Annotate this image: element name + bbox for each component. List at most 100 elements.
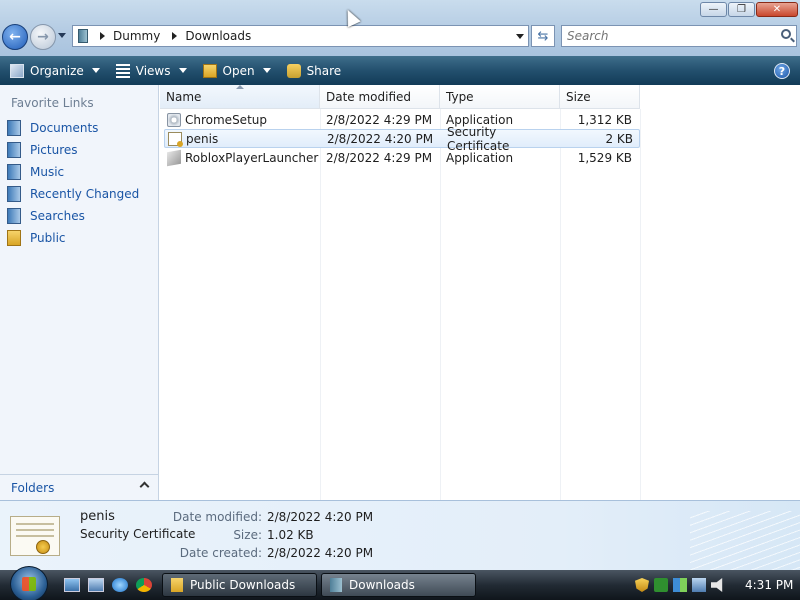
open-button[interactable]: Open xyxy=(197,59,277,83)
column-header-name[interactable]: Name xyxy=(160,85,320,109)
file-row-selected[interactable]: penis 2/8/2022 4:20 PM Security Certific… xyxy=(164,125,640,153)
search-input[interactable] xyxy=(562,26,762,46)
window-controls: — ❐ ✕ xyxy=(700,2,798,17)
folders-label: Folders xyxy=(11,480,55,495)
column-header-size[interactable]: Size xyxy=(560,85,640,109)
column-header-type[interactable]: Type xyxy=(440,85,560,109)
sidebar-item-label: Searches xyxy=(30,209,85,223)
breadcrumb-arrow-icon[interactable] xyxy=(100,32,105,40)
system-tray: 4:31 PM xyxy=(630,570,800,600)
address-bar[interactable]: Dummy Downloads xyxy=(72,25,529,47)
internet-explorer-icon[interactable] xyxy=(112,578,128,592)
views-button[interactable]: Views xyxy=(110,59,193,83)
windows-flag-icon[interactable] xyxy=(673,578,687,592)
switch-windows-icon[interactable] xyxy=(88,578,104,592)
search-icon[interactable] xyxy=(781,29,791,39)
sidebar-item-label: Documents xyxy=(30,121,99,135)
details-pane: penis Security Certificate Date modified… xyxy=(0,500,800,571)
date-modified-label: Date modified: xyxy=(172,510,262,524)
sidebar-item-recently-changed[interactable]: Recently Changed xyxy=(7,186,139,202)
date-modified-value: 2/8/2022 4:20 PM xyxy=(267,510,374,524)
clock[interactable]: 4:31 PM xyxy=(745,578,793,592)
column-header-label: Name xyxy=(166,90,202,104)
file-row[interactable]: RobloxPlayerLauncher 2/8/2022 4:29 PM Ap… xyxy=(164,148,640,167)
folders-toggle[interactable]: Folders xyxy=(0,474,158,500)
start-button[interactable] xyxy=(10,566,48,600)
checkmark-icon[interactable] xyxy=(654,578,668,592)
file-name: penis xyxy=(186,131,219,146)
sidebar-item-label: Recently Changed xyxy=(30,187,140,201)
sidebar-item-label: Pictures xyxy=(30,143,78,157)
refresh-icon: ⇆ xyxy=(537,28,549,44)
maximize-button[interactable]: ❐ xyxy=(728,2,755,17)
search-box[interactable] xyxy=(561,25,797,47)
window-title-bar: — ❐ ✕ ← → Dummy Downloads ⇆ xyxy=(0,0,800,56)
date-created-value: 2/8/2022 4:20 PM xyxy=(267,546,374,560)
forward-button[interactable]: → xyxy=(30,24,56,50)
share-label: Share xyxy=(306,63,342,78)
file-list: Name Date modified Type Size ChromeSetup… xyxy=(160,85,800,500)
task-downloads[interactable]: Downloads xyxy=(321,573,476,597)
arrow-left-icon: ← xyxy=(9,29,21,45)
network-icon[interactable] xyxy=(692,578,706,592)
recently-changed-icon xyxy=(7,186,21,202)
sidebar-item-label: Public xyxy=(30,231,66,245)
chrome-icon[interactable] xyxy=(136,578,152,592)
certificate-icon xyxy=(10,516,60,556)
music-icon xyxy=(7,164,21,180)
file-date: 2/8/2022 4:29 PM xyxy=(326,112,433,127)
file-name-cell: penis xyxy=(165,131,321,147)
size-value: 1.02 KB xyxy=(267,528,314,542)
breadcrumb-dummy[interactable]: Dummy xyxy=(113,29,160,43)
file-date: 2/8/2022 4:29 PM xyxy=(326,150,433,165)
public-folder-icon xyxy=(7,230,21,246)
chevron-down-icon xyxy=(262,68,271,73)
show-desktop-icon[interactable] xyxy=(64,578,80,592)
favorite-links-header: Favorite Links xyxy=(11,96,94,110)
file-size: 1,529 KB xyxy=(577,150,632,165)
volume-muted-icon[interactable] xyxy=(711,578,723,592)
searches-icon xyxy=(7,208,21,224)
help-button[interactable]: ? xyxy=(774,63,790,79)
minimize-button[interactable]: — xyxy=(700,2,727,17)
roblox-application-icon xyxy=(167,149,181,166)
pictures-icon xyxy=(7,142,21,158)
organize-button[interactable]: Organize xyxy=(4,59,106,83)
sidebar-item-label: Music xyxy=(30,165,65,179)
certificate-icon xyxy=(168,131,183,147)
recent-pages-dropdown[interactable] xyxy=(58,33,66,38)
close-button[interactable]: ✕ xyxy=(756,2,798,17)
address-dropdown-icon[interactable] xyxy=(516,34,524,39)
explorer-icon xyxy=(330,578,342,592)
refresh-button[interactable]: ⇆ xyxy=(531,25,555,47)
file-name: RobloxPlayerLauncher xyxy=(185,150,319,165)
sidebar-item-music[interactable]: Music xyxy=(7,164,64,180)
decorative-swoosh xyxy=(690,511,800,571)
organize-label: Organize xyxy=(30,63,84,78)
sidebar-item-searches[interactable]: Searches xyxy=(7,208,85,224)
task-public-downloads[interactable]: Public Downloads xyxy=(162,573,317,597)
file-row[interactable]: ChromeSetup 2/8/2022 4:29 PM Application… xyxy=(164,110,640,129)
share-button[interactable]: Share xyxy=(281,59,348,83)
column-header-date-modified[interactable]: Date modified xyxy=(320,85,440,109)
open-label: Open xyxy=(222,63,255,78)
sidebar-item-documents[interactable]: Documents xyxy=(7,120,98,136)
sidebar-item-pictures[interactable]: Pictures xyxy=(7,142,78,158)
folder-icon xyxy=(171,578,183,592)
sort-ascending-icon xyxy=(236,85,244,89)
column-divider xyxy=(440,109,441,500)
security-shield-icon[interactable] xyxy=(635,578,649,592)
size-label: Size: xyxy=(233,528,262,542)
application-icon xyxy=(167,112,181,127)
chevron-down-icon xyxy=(178,68,187,73)
taskbar: Public Downloads Downloads 4:31 PM xyxy=(0,566,800,600)
task-label: Downloads xyxy=(349,578,415,592)
file-type: Application xyxy=(446,150,514,165)
sidebar-item-public[interactable]: Public xyxy=(7,230,66,246)
file-size: 1,312 KB xyxy=(577,112,632,127)
organize-icon xyxy=(10,63,24,78)
task-label: Public Downloads xyxy=(190,578,296,592)
back-button[interactable]: ← xyxy=(2,24,28,50)
breadcrumb-arrow-icon[interactable] xyxy=(172,32,178,40)
breadcrumb-downloads[interactable]: Downloads xyxy=(185,29,251,43)
